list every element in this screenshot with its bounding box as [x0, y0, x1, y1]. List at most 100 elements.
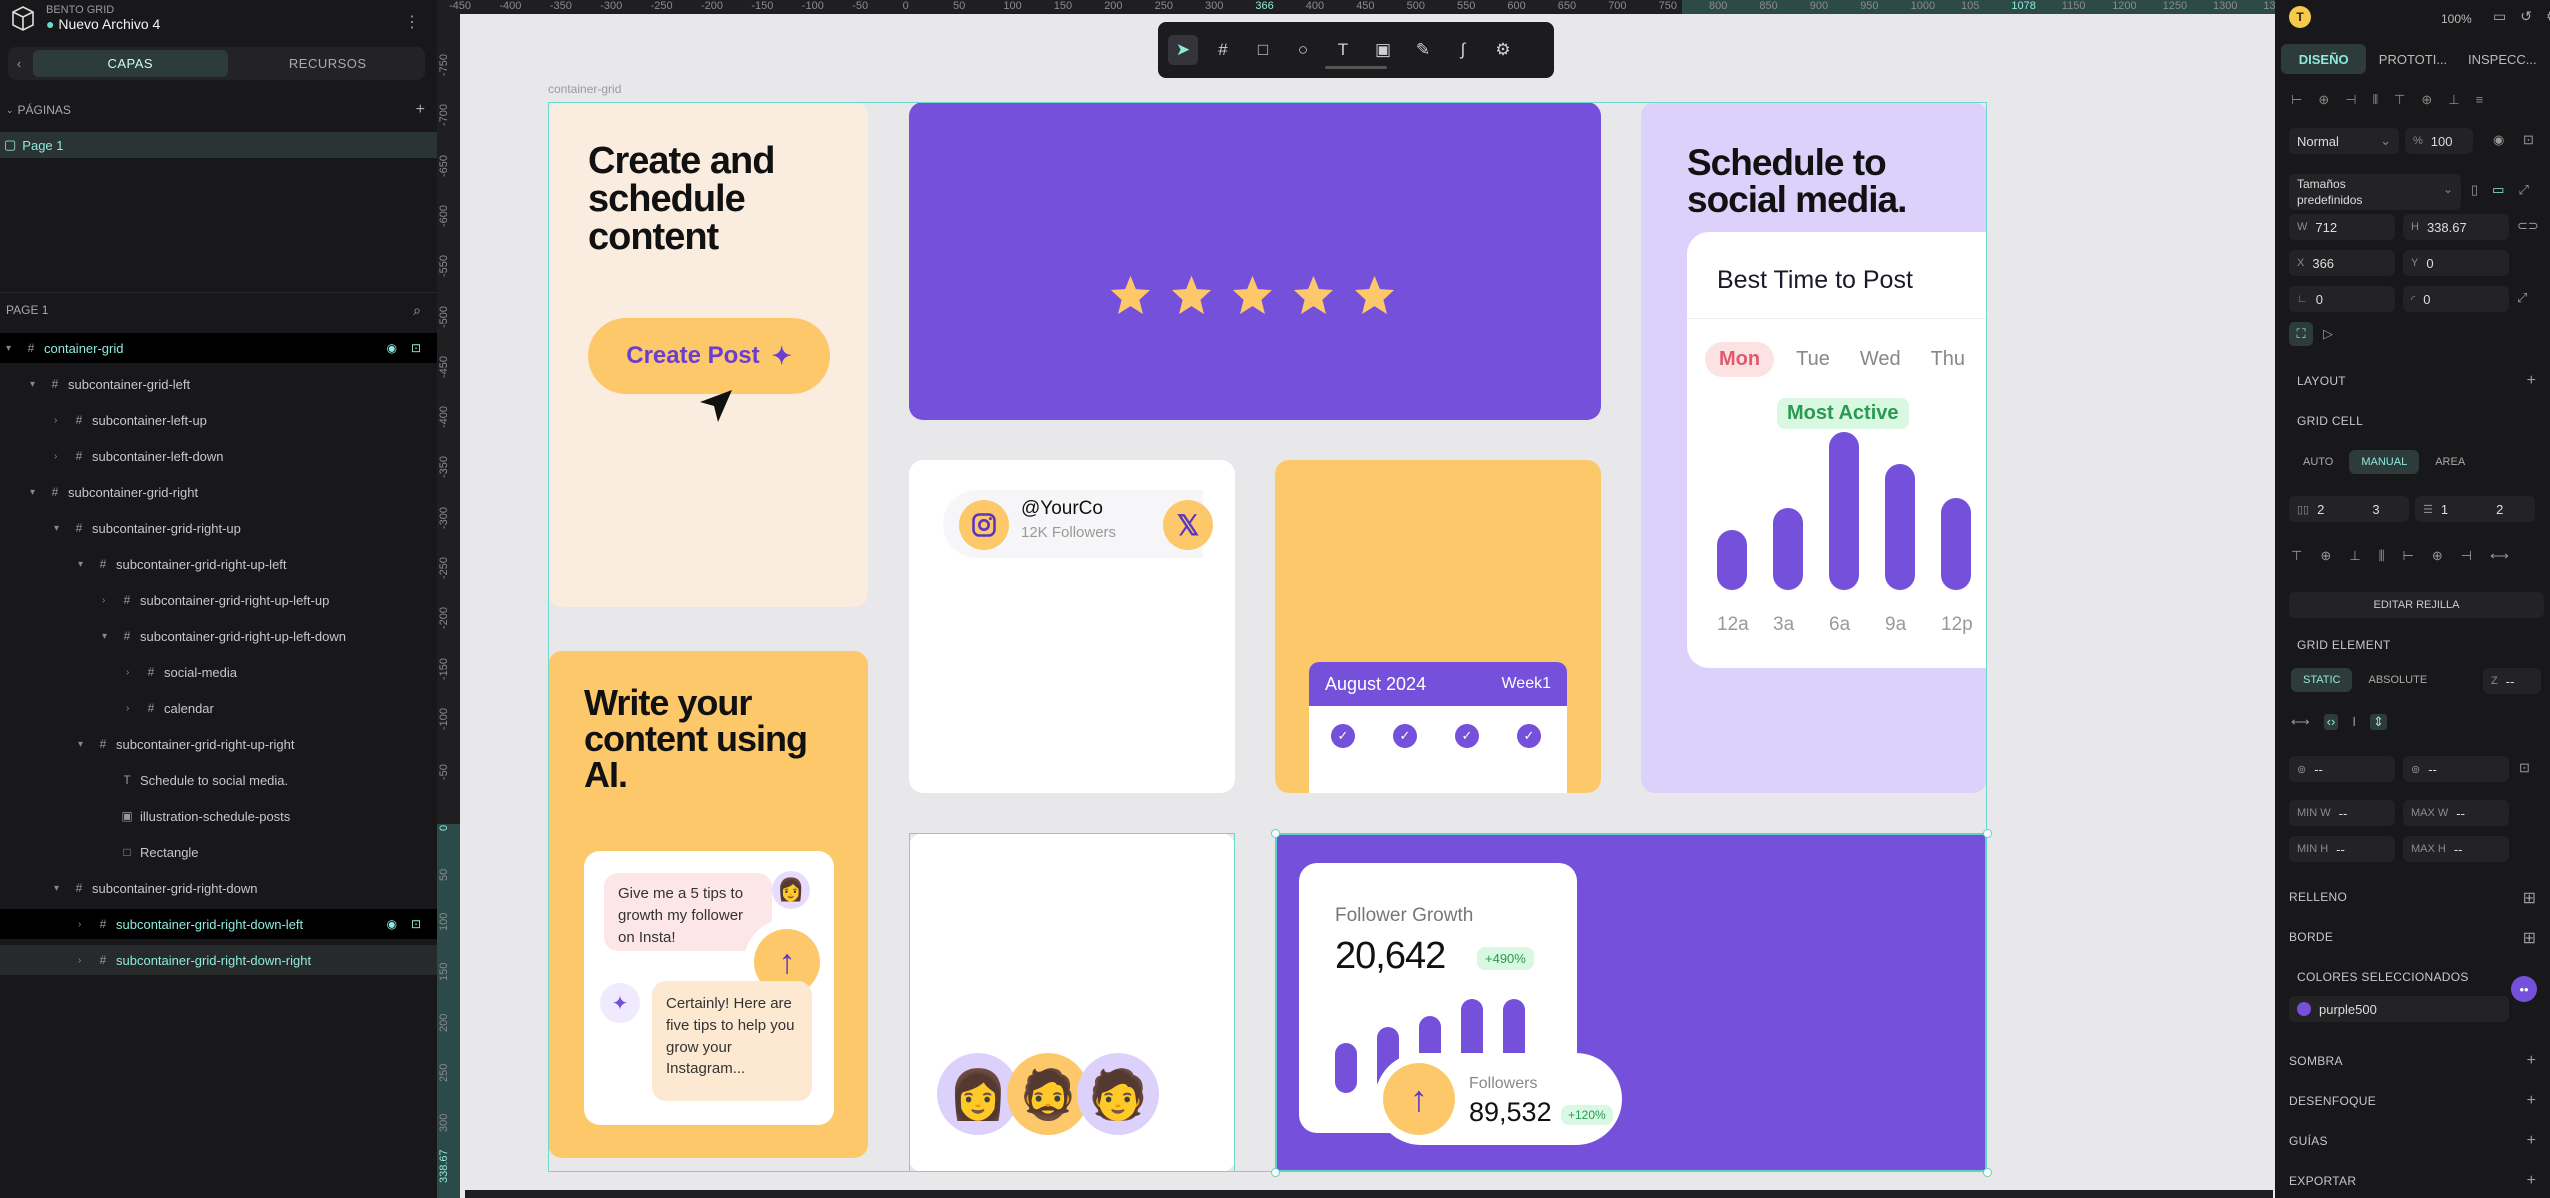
search-icon[interactable]: ⌕ — [413, 302, 421, 319]
tab-layers[interactable]: CAPAS — [33, 50, 228, 77]
cell-mode-manual[interactable]: MANUAL — [2349, 450, 2420, 474]
align-left-icon[interactable]: ⊢ — [2291, 92, 2302, 108]
layer-item[interactable]: ▾ # subcontainer-grid-right — [0, 477, 437, 507]
day-mon[interactable]: Mon — [1705, 342, 1775, 377]
align-right-icon[interactable]: ⊣ — [2461, 548, 2472, 564]
layer-item[interactable]: › # calendar — [0, 693, 437, 723]
rectangle-tool-icon[interactable]: □ — [1248, 35, 1278, 65]
settings-icon[interactable]: ⚙ — [2546, 8, 2550, 25]
align-top-icon[interactable]: ⊤ — [2394, 92, 2405, 108]
fill-options-icon[interactable]: ⊞ — [2523, 888, 2536, 908]
assistant-icon[interactable]: •• — [2511, 976, 2537, 1002]
max-height-field[interactable]: MAX H -- — [2403, 836, 2509, 862]
min-width-field[interactable]: MIN W -- — [2289, 800, 2395, 826]
chevron-icon[interactable]: › — [54, 451, 66, 462]
lock-icon[interactable]: ⊡ — [2523, 132, 2534, 148]
pages-header[interactable]: ⌄ PÁGINAS + — [0, 100, 437, 120]
clip-content-icon[interactable]: ⛶ — [2289, 322, 2313, 346]
align-bottom-icon[interactable]: ⊥ — [2448, 92, 2459, 108]
resize-handle[interactable] — [1983, 1168, 1992, 1177]
page-item[interactable]: ▢ Page 1 — [0, 132, 437, 158]
add-page-icon[interactable]: + — [416, 101, 425, 119]
add-export-icon[interactable]: + — [2527, 1172, 2536, 1190]
tab-assets[interactable]: RECURSOS — [231, 47, 426, 80]
layer-item[interactable]: ▾ # subcontainer-grid-left — [0, 369, 437, 399]
text-tool-icon[interactable]: T — [1328, 35, 1358, 65]
add-blur-icon[interactable]: + — [2527, 1092, 2536, 1110]
layer-item[interactable]: T Schedule to social media. — [0, 765, 437, 795]
layer-item[interactable]: ▣ illustration-schedule-posts — [0, 801, 437, 831]
landscape-icon[interactable]: ▭ — [2492, 182, 2504, 198]
menu-icon[interactable]: ⋮ — [404, 12, 420, 32]
day-tue[interactable]: Tue — [1788, 342, 1838, 377]
margin-h-field[interactable]: ⊚ -- — [2403, 756, 2509, 782]
move-tool-icon[interactable]: ➤ — [1168, 35, 1198, 65]
height-field[interactable]: H 338.67 — [2403, 214, 2509, 240]
toolbar-drag-handle[interactable] — [1325, 66, 1387, 69]
distribute-h-icon[interactable]: ⫴ — [2373, 92, 2378, 108]
portrait-icon[interactable]: ▯ — [2471, 182, 2478, 198]
margin-options-icon[interactable]: ⊡ — [2519, 760, 2530, 776]
opacity-field[interactable]: % 100 — [2405, 128, 2473, 154]
min-height-field[interactable]: MIN H -- — [2289, 836, 2395, 862]
fit-icon[interactable]: ⤢ — [2518, 182, 2528, 198]
stretch-h-icon[interactable]: ⟷ — [2490, 548, 2509, 564]
layer-item[interactable]: › # subcontainer-grid-right-down-right — [0, 945, 437, 975]
tab-inspect[interactable]: INSPECC... — [2460, 44, 2545, 74]
card-avatars[interactable]: 👩 🧔 🧑 — [909, 833, 1235, 1172]
card-calendar[interactable]: August 2024 Week1 ✓ ✓ ✓ ✓ — [1275, 460, 1601, 793]
layer-item[interactable]: › # subcontainer-grid-right-up-left-up — [0, 585, 437, 615]
layer-item[interactable]: ▾ # container-grid ◉ ⊡ — [0, 333, 437, 363]
layer-item[interactable]: › # subcontainer-left-down — [0, 441, 437, 471]
eye-icon[interactable]: ◉ — [2493, 132, 2504, 148]
cell-mode-area[interactable]: AREA — [2423, 450, 2477, 474]
max-width-field[interactable]: MAX W -- — [2403, 800, 2509, 826]
layer-item[interactable]: ▾ # subcontainer-grid-right-up-left — [0, 549, 437, 579]
card-create-schedule[interactable]: Create and schedule content Create Post ✦ — [548, 102, 868, 607]
tab-prototype[interactable]: PROTOTI... — [2370, 44, 2455, 74]
add-shadow-icon[interactable]: + — [2527, 1052, 2536, 1070]
board-tool-icon[interactable]: # — [1208, 35, 1238, 65]
user-avatar[interactable]: T — [2289, 6, 2311, 28]
align-hcenter-icon[interactable]: ⊕ — [2432, 548, 2443, 564]
column-span-field[interactable]: ▯▯ 2 3 — [2289, 496, 2409, 522]
stretch-v-icon[interactable]: ⫼ — [2379, 548, 2385, 564]
fill-width-icon[interactable]: ‹› — [2323, 714, 2339, 730]
chevron-icon[interactable]: ▾ — [102, 631, 114, 642]
resize-handle[interactable] — [1271, 829, 1280, 838]
chevron-icon[interactable]: ▾ — [6, 343, 18, 354]
align-right-icon[interactable]: ⊣ — [2345, 92, 2356, 108]
edit-grid-button[interactable]: EDITAR REJILLA — [2289, 592, 2544, 618]
eye-icon[interactable]: ◉ — [386, 341, 396, 355]
rotation-field[interactable]: ∟ 0 — [2289, 286, 2395, 312]
chevron-icon[interactable]: ▾ — [54, 523, 66, 534]
layer-item[interactable]: □ Rectangle — [0, 837, 437, 867]
chevron-icon[interactable]: ▾ — [30, 379, 42, 390]
lock-icon[interactable]: ⊡ — [411, 341, 421, 355]
card-schedule-social[interactable]: Schedule to social media. Best Time to P… — [1641, 102, 1987, 793]
plugins-tool-icon[interactable]: ⚙ — [1488, 35, 1518, 65]
chevron-icon[interactable]: › — [126, 667, 138, 678]
layer-item[interactable]: › # subcontainer-grid-right-down-left ◉ ⊡ — [0, 909, 437, 939]
card-write-ai[interactable]: Write your content using AI. Give me a 5… — [548, 651, 868, 1158]
back-icon[interactable]: ‹ — [8, 47, 30, 80]
project-header[interactable]: BENTO GRID ● Nuevo Archivo 4 — [10, 4, 160, 32]
margin-v-field[interactable]: ⊚ -- — [2289, 756, 2395, 782]
fix-width-icon[interactable]: ⟷ — [2291, 714, 2310, 730]
position-absolute[interactable]: ABSOLUTE — [2356, 668, 2439, 692]
canvas[interactable]: ➤ # □ ○ T ▣ ✎ ∫ ⚙ container-grid Create … — [460, 14, 2275, 1198]
align-left-icon[interactable]: ⊢ — [2403, 548, 2414, 564]
day-thu[interactable]: Thu — [1923, 342, 1973, 377]
chevron-icon[interactable]: › — [126, 703, 138, 714]
chevron-icon[interactable]: › — [78, 919, 90, 930]
layer-item[interactable]: ▾ # subcontainer-grid-right-up-left-down — [0, 621, 437, 651]
proportion-lock-icon[interactable]: ⊂⊃ — [2517, 218, 2539, 234]
zoom-level[interactable]: 100% — [2441, 12, 2472, 26]
y-field[interactable]: Y0 — [2403, 250, 2509, 276]
align-vcenter-icon[interactable]: ⊕ — [2421, 92, 2432, 108]
radius-field[interactable]: ◜ 0 — [2403, 286, 2509, 312]
layer-item[interactable]: › # subcontainer-left-up — [0, 405, 437, 435]
chevron-icon[interactable]: › — [78, 955, 90, 966]
tab-design[interactable]: DISEÑO — [2281, 44, 2367, 74]
align-hcenter-icon[interactable]: ⊕ — [2318, 92, 2329, 108]
